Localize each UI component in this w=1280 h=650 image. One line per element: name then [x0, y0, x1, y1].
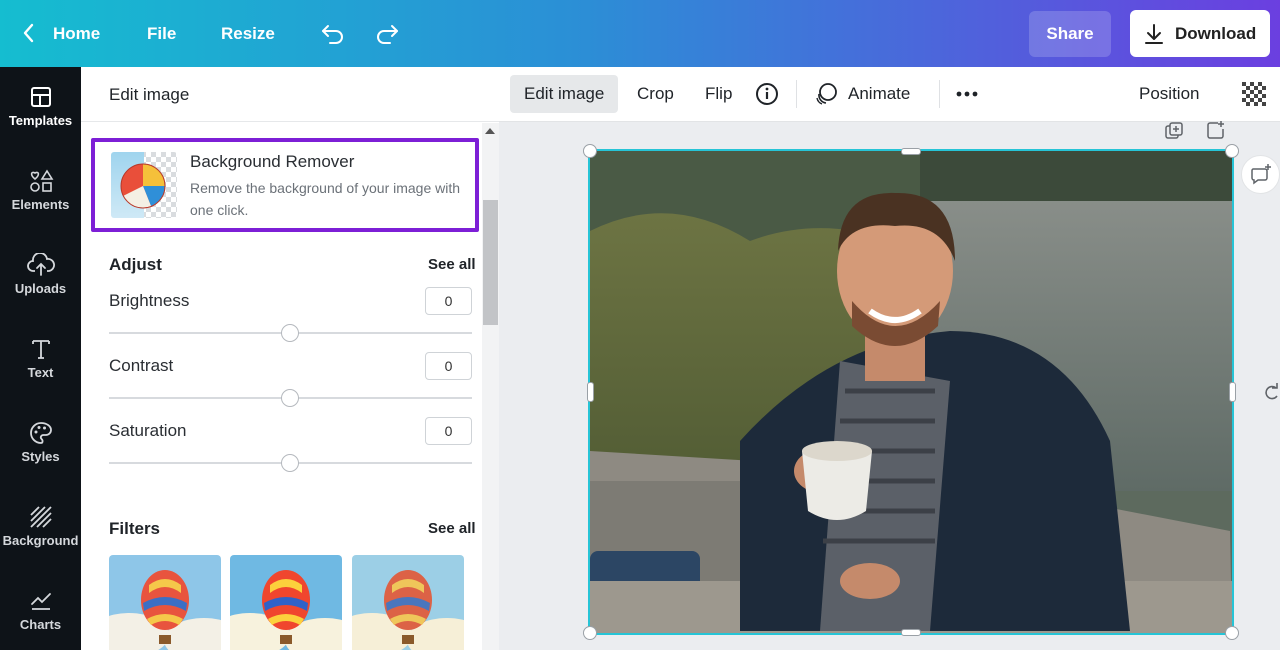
contrast-value-input[interactable]: 0 — [425, 352, 472, 380]
share-button[interactable]: Share — [1029, 11, 1111, 57]
brightness-value-input[interactable]: 0 — [425, 287, 472, 315]
uploads-icon — [26, 253, 55, 276]
elements-icon — [29, 169, 53, 192]
templates-icon — [30, 87, 51, 107]
toolbar-divider — [796, 80, 797, 108]
resize-handle-top-right[interactable] — [1225, 144, 1239, 158]
context-toolbar: Edit image Crop Flip Animate Position — [499, 67, 1280, 122]
saturation-label: Saturation — [109, 421, 187, 440]
crop-button[interactable]: Crop — [637, 75, 674, 113]
resize-handle-left[interactable] — [587, 382, 594, 402]
brightness-label: Brightness — [109, 291, 190, 310]
edit-image-panel: Edit image Background Remover Remove the… — [81, 67, 499, 650]
home-button[interactable]: Home — [53, 24, 100, 44]
rail-label: Styles — [21, 449, 60, 464]
redo-icon[interactable] — [374, 21, 400, 45]
toolbar-divider — [939, 80, 940, 108]
rail-item-templates[interactable]: Templates — [0, 85, 81, 155]
top-bar: Home File Resize Share Download — [0, 0, 1280, 67]
scroll-up-arrow-icon[interactable] — [485, 128, 495, 134]
duplicate-icon[interactable] — [1164, 121, 1184, 146]
flip-button[interactable]: Flip — [705, 75, 732, 113]
saturation-slider-knob[interactable] — [281, 454, 299, 472]
adjust-see-all-link[interactable]: See all — [428, 256, 476, 273]
saturation-value-input[interactable]: 0 — [425, 417, 472, 445]
background-remover-title: Background Remover — [190, 152, 355, 171]
add-comment-icon[interactable] — [1241, 155, 1280, 199]
filters-section-title: Filters — [109, 519, 161, 538]
resize-handle-bottom-left[interactable] — [583, 626, 597, 640]
edit-image-button[interactable]: Edit image — [510, 75, 619, 113]
contrast-label: Contrast — [109, 356, 174, 375]
panel-title: Edit image — [109, 85, 190, 104]
left-rail: Templates Elements Uploads Text Styles B… — [0, 67, 81, 650]
filter-thumbnail[interactable] — [230, 555, 342, 650]
rail-label: Uploads — [14, 281, 67, 296]
undo-icon[interactable] — [320, 21, 346, 45]
background-icon — [29, 506, 52, 528]
panel-header: Edit image — [81, 67, 499, 122]
resize-handle-top-left[interactable] — [583, 144, 597, 158]
filter-thumbnail[interactable] — [109, 555, 221, 650]
text-icon — [31, 340, 50, 359]
panel-scrollbar-thumb[interactable] — [483, 200, 498, 325]
rail-item-uploads[interactable]: Uploads — [0, 253, 81, 323]
resize-handle-top[interactable] — [901, 148, 921, 155]
rail-label: Charts — [19, 617, 62, 632]
beach-ball-thumbnail — [111, 152, 177, 218]
rail-label: Elements — [11, 197, 70, 212]
charts-icon — [30, 593, 51, 610]
rail-item-elements[interactable]: Elements — [0, 169, 81, 239]
filter-thumbnail[interactable] — [352, 555, 464, 650]
selected-photo[interactable] — [588, 149, 1234, 635]
download-button[interactable]: Download — [1130, 10, 1270, 57]
resize-handle-bottom[interactable] — [901, 629, 921, 636]
resize-handle-bottom-right[interactable] — [1225, 626, 1239, 640]
download-label: Download — [1175, 23, 1257, 43]
add-page-icon[interactable] — [1206, 120, 1226, 145]
transparency-icon[interactable] — [1242, 75, 1266, 113]
rail-item-text[interactable]: Text — [0, 337, 81, 407]
file-menu-button[interactable]: File — [147, 24, 176, 44]
animate-button[interactable]: Animate — [814, 75, 910, 113]
animate-icon — [816, 83, 837, 105]
resize-handle-right[interactable] — [1229, 382, 1236, 402]
download-icon — [1145, 23, 1163, 44]
background-remover-description: Remove the background of your image with… — [190, 180, 461, 218]
info-icon[interactable] — [755, 75, 779, 113]
position-button[interactable]: Position — [1139, 75, 1199, 113]
rail-label: Text — [27, 365, 54, 380]
filters-see-all-link[interactable]: See all — [428, 520, 476, 537]
styles-icon — [29, 422, 52, 444]
animate-label: Animate — [848, 84, 911, 103]
contrast-slider-knob[interactable] — [281, 389, 299, 407]
rail-item-styles[interactable]: Styles — [0, 421, 81, 491]
background-remover-card[interactable]: Background Remover Remove the background… — [91, 138, 479, 232]
rail-item-background[interactable]: Background — [0, 505, 81, 575]
back-chevron-icon[interactable] — [22, 22, 36, 44]
rail-label: Background — [2, 533, 79, 548]
more-options-icon[interactable] — [955, 75, 979, 113]
brightness-slider-knob[interactable] — [281, 324, 299, 342]
rail-label: Templates — [8, 113, 73, 128]
rail-item-charts[interactable]: Charts — [0, 589, 81, 650]
rotate-icon[interactable] — [1262, 380, 1280, 409]
adjust-section-title: Adjust — [109, 255, 162, 274]
resize-button[interactable]: Resize — [221, 24, 275, 44]
